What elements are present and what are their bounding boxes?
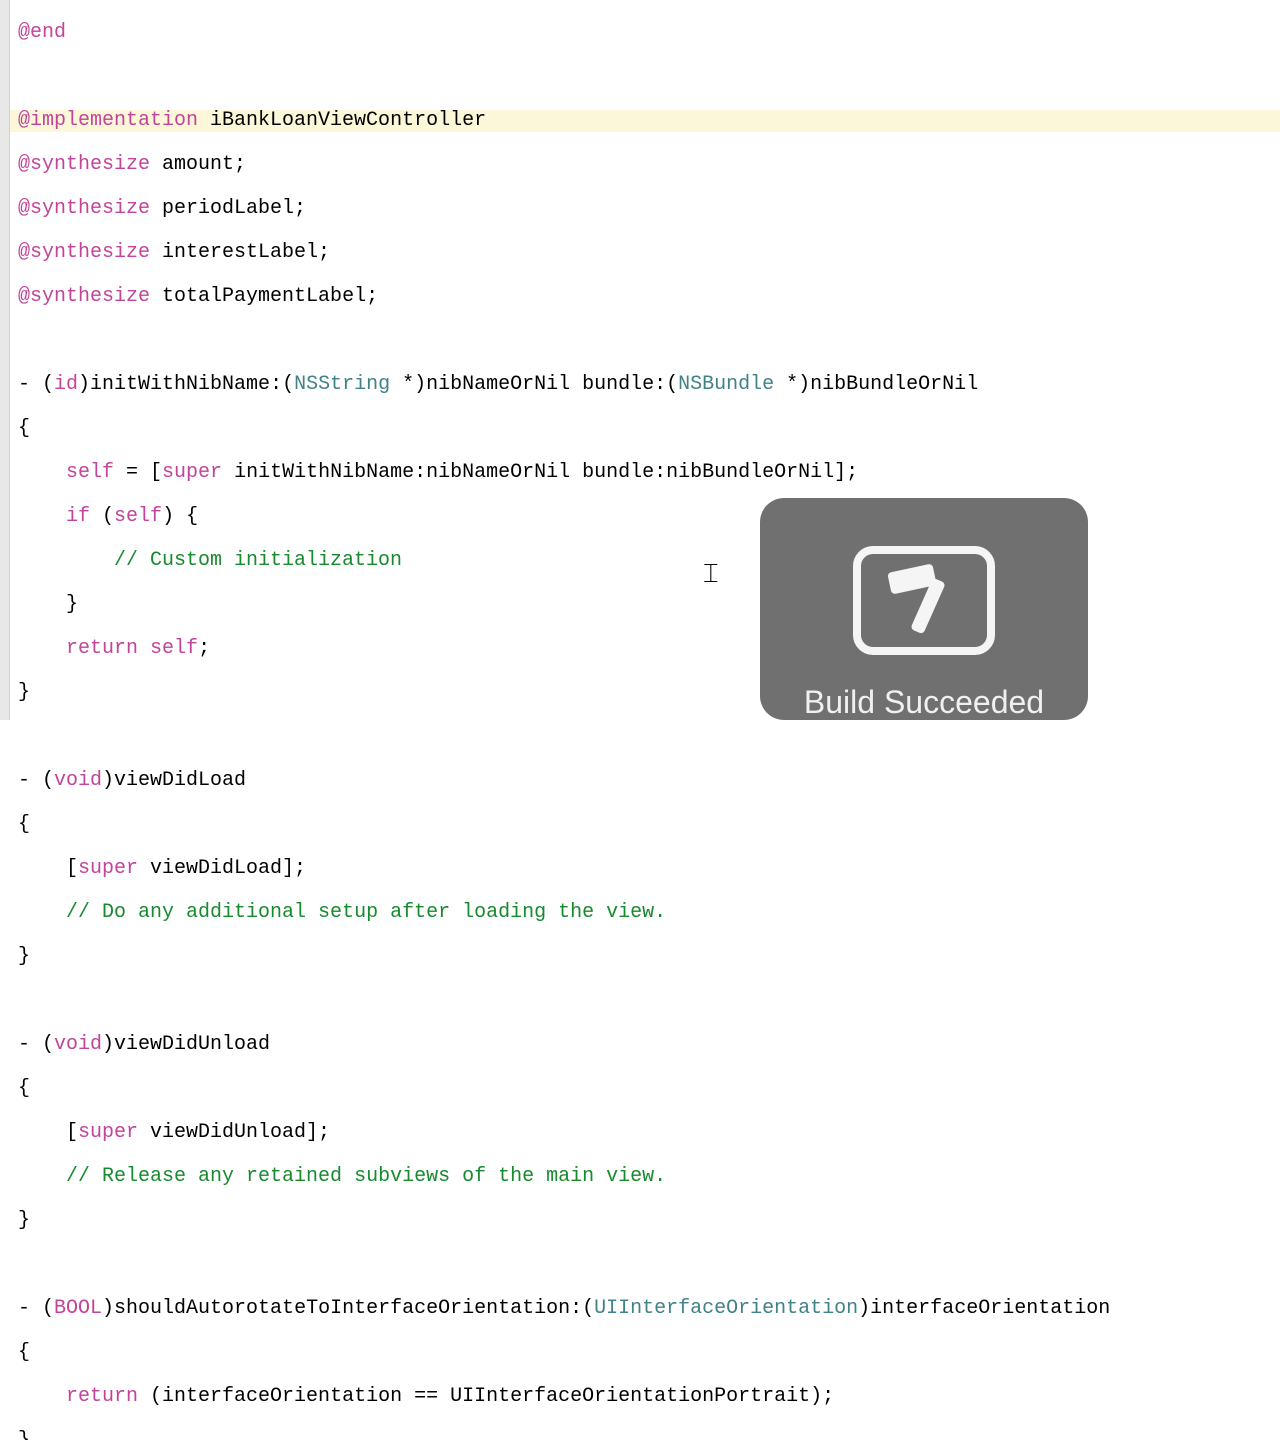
code-text: interestLabel; — [150, 241, 330, 264]
code-text: viewDidLoad]; — [138, 857, 306, 880]
code-text: )viewDidUnload — [102, 1033, 270, 1056]
text-cursor-icon: ⌶ — [703, 560, 719, 589]
code-text: - ( — [18, 1033, 54, 1056]
code-keyword: super — [162, 461, 222, 484]
code-text: = [ — [114, 461, 162, 484]
code-keyword: void — [54, 1033, 102, 1056]
code-type: NSString — [294, 373, 390, 396]
code-text: (interfaceOrientation == UIInterfaceOrie… — [138, 1385, 834, 1408]
code-keyword: self — [114, 505, 162, 528]
code-type: UIInterfaceOrientation — [594, 1297, 858, 1320]
code-text: - ( — [18, 1297, 54, 1320]
code-text: periodLabel; — [150, 197, 306, 220]
code-text: - ( — [18, 373, 54, 396]
code-text: { — [18, 813, 30, 836]
code-keyword: @synthesize — [18, 197, 150, 220]
code-keyword: id — [54, 373, 78, 396]
code-keyword: self — [150, 637, 198, 660]
code-text: iBankLoanViewController — [198, 109, 486, 132]
code-text: viewDidUnload]; — [138, 1121, 330, 1144]
code-text — [18, 461, 66, 484]
code-text: [ — [18, 1121, 78, 1144]
code-text — [18, 505, 66, 528]
code-comment: // Do any additional setup after loading… — [66, 901, 666, 924]
build-notification-bezel: Build Succeeded — [760, 498, 1088, 720]
code-text: } — [18, 681, 30, 704]
code-text: } — [18, 945, 30, 968]
code-keyword: @end — [18, 21, 66, 44]
code-keyword: @synthesize — [18, 241, 150, 264]
build-status-text: Build Succeeded — [804, 685, 1044, 720]
code-editor[interactable]: @end @implementation iBankLoanViewContro… — [0, 0, 1280, 1440]
code-keyword: super — [78, 1121, 138, 1144]
code-text: } — [18, 1429, 30, 1440]
code-text: )viewDidLoad — [102, 769, 246, 792]
code-keyword: self — [66, 461, 114, 484]
code-text — [18, 1385, 66, 1408]
highlighted-line: @implementation iBankLoanViewController — [0, 110, 1280, 132]
code-text: ) { — [162, 505, 198, 528]
code-text — [18, 901, 66, 924]
code-text: amount; — [150, 153, 246, 176]
code-text: [ — [18, 857, 78, 880]
code-text: )shouldAutorotateToInterfaceOrientation:… — [102, 1297, 594, 1320]
code-text — [18, 637, 66, 660]
code-keyword: @synthesize — [18, 153, 150, 176]
code-text: ( — [90, 505, 114, 528]
code-text — [138, 637, 150, 660]
code-text: { — [18, 1341, 30, 1364]
editor-gutter — [0, 0, 10, 720]
code-comment: // Release any retained subviews of the … — [66, 1165, 666, 1188]
code-keyword: return — [66, 637, 138, 660]
code-keyword: void — [54, 769, 102, 792]
code-text: )interfaceOrientation — [858, 1297, 1110, 1320]
code-text — [18, 549, 114, 572]
code-keyword: @synthesize — [18, 285, 150, 308]
hammer-icon — [853, 546, 995, 655]
code-text: { — [18, 1077, 30, 1100]
code-text: } — [18, 593, 78, 616]
code-text: initWithNibName:nibNameOrNil bundle:nibB… — [222, 461, 858, 484]
code-text: )initWithNibName:( — [78, 373, 294, 396]
code-text: ; — [198, 637, 210, 660]
code-keyword: @implementation — [18, 109, 198, 132]
code-text: } — [18, 1209, 30, 1232]
code-keyword: BOOL — [54, 1297, 102, 1320]
code-comment: // Custom initialization — [114, 549, 402, 572]
code-type: NSBundle — [678, 373, 774, 396]
code-text: totalPaymentLabel; — [150, 285, 378, 308]
code-keyword: if — [66, 505, 90, 528]
code-text: - ( — [18, 769, 54, 792]
code-keyword: super — [78, 857, 138, 880]
code-keyword: return — [66, 1385, 138, 1408]
code-text: *)nibNameOrNil bundle:( — [390, 373, 678, 396]
code-text: *)nibBundleOrNil — [774, 373, 978, 396]
code-text: { — [18, 417, 30, 440]
code-text — [18, 1165, 66, 1188]
